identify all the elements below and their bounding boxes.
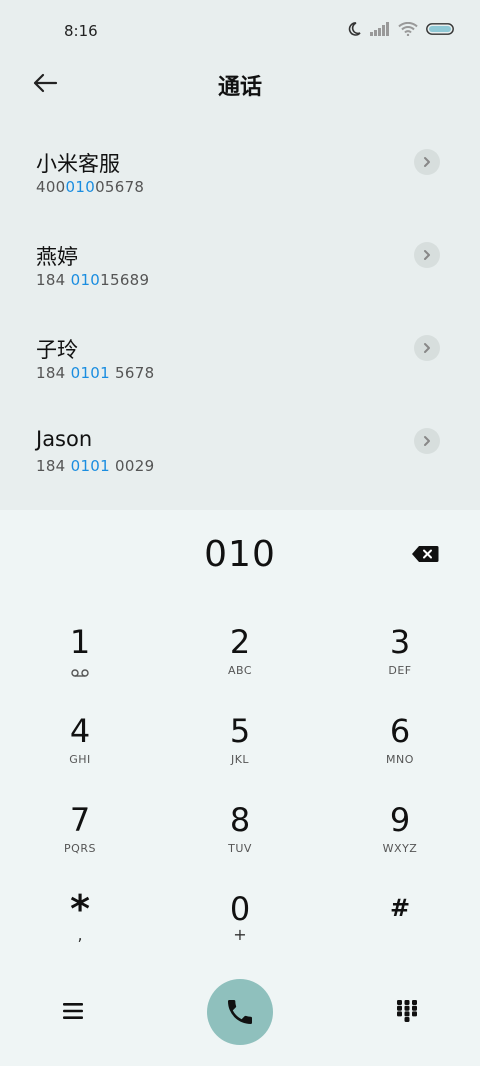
key-4[interactable]: 4 GHI	[20, 699, 140, 783]
contact-item[interactable]: 小米客服 40001005678	[0, 130, 480, 223]
phone-icon	[228, 1000, 252, 1024]
contact-item[interactable]: 子玲 184 0101 5678	[0, 316, 480, 409]
dialed-number: 010	[204, 534, 276, 575]
key-hash[interactable]: #	[340, 877, 460, 961]
menu-button[interactable]	[56, 994, 90, 1028]
chevron-right-icon	[424, 436, 430, 446]
call-button[interactable]	[207, 979, 273, 1045]
number-match: 0101	[70, 364, 110, 382]
key-9[interactable]: 9 WXYZ	[340, 788, 460, 872]
dialer-panel: 010 1 2 ABC 3 DEF 4 GHI 5 JKL 6 MNO 7 PQ…	[0, 510, 480, 1066]
top-bar: 通话	[0, 62, 480, 106]
number-match: 0101	[70, 457, 110, 475]
moon-icon	[348, 22, 361, 36]
dialpad-icon	[397, 1000, 417, 1022]
key-6[interactable]: 6 MNO	[340, 699, 460, 783]
contact-name: Jason	[36, 427, 93, 451]
contact-name: 燕婷	[36, 245, 78, 269]
status-icons	[346, 21, 454, 37]
key-star[interactable]: * ,	[20, 877, 140, 961]
wifi-icon	[398, 22, 418, 36]
number-match: 010	[65, 178, 96, 196]
key-2[interactable]: 2 ABC	[180, 610, 300, 694]
key-8[interactable]: 8 TUV	[180, 788, 300, 872]
signal-icon	[370, 22, 389, 36]
key-5[interactable]: 5 JKL	[180, 699, 300, 783]
backspace-button[interactable]	[410, 544, 440, 564]
menu-icon	[63, 1003, 83, 1019]
bottom-bar	[0, 978, 480, 1045]
contact-name: 子玲	[36, 338, 78, 362]
key-1[interactable]: 1	[20, 610, 140, 694]
contact-detail-button[interactable]	[414, 242, 440, 268]
status-bar: 8:16	[0, 0, 480, 62]
dialpad-toggle-button[interactable]	[390, 994, 424, 1028]
page-title: 通话	[217, 75, 262, 100]
contact-item[interactable]: Jason 184 0101 0029	[0, 409, 480, 502]
contact-number: 184 0101 5678	[36, 364, 155, 382]
key-7[interactable]: 7 PQRS	[20, 788, 140, 872]
key-3[interactable]: 3 DEF	[340, 610, 460, 694]
key-0[interactable]: 0 +	[180, 877, 300, 961]
contact-name: 小米客服	[36, 152, 120, 176]
status-time: 8:16	[64, 22, 98, 40]
contact-number: 40001005678	[36, 178, 145, 196]
chevron-right-icon	[424, 157, 430, 167]
number-match: 010	[70, 271, 101, 289]
chevron-right-icon	[424, 343, 430, 353]
backspace-icon	[412, 546, 439, 562]
contact-number: 184 01015689	[36, 271, 150, 289]
contact-item[interactable]: 燕婷 184 01015689	[0, 223, 480, 316]
contact-detail-button[interactable]	[414, 149, 440, 175]
contact-number: 184 0101 0029	[36, 457, 155, 475]
battery-icon	[426, 23, 454, 35]
contact-list: 小米客服 40001005678 燕婷 184 01015689 子玲 184 …	[0, 130, 480, 502]
chevron-right-icon	[424, 250, 430, 260]
voicemail-icon	[71, 669, 89, 677]
contact-detail-button[interactable]	[414, 335, 440, 361]
contact-detail-button[interactable]	[414, 428, 440, 454]
